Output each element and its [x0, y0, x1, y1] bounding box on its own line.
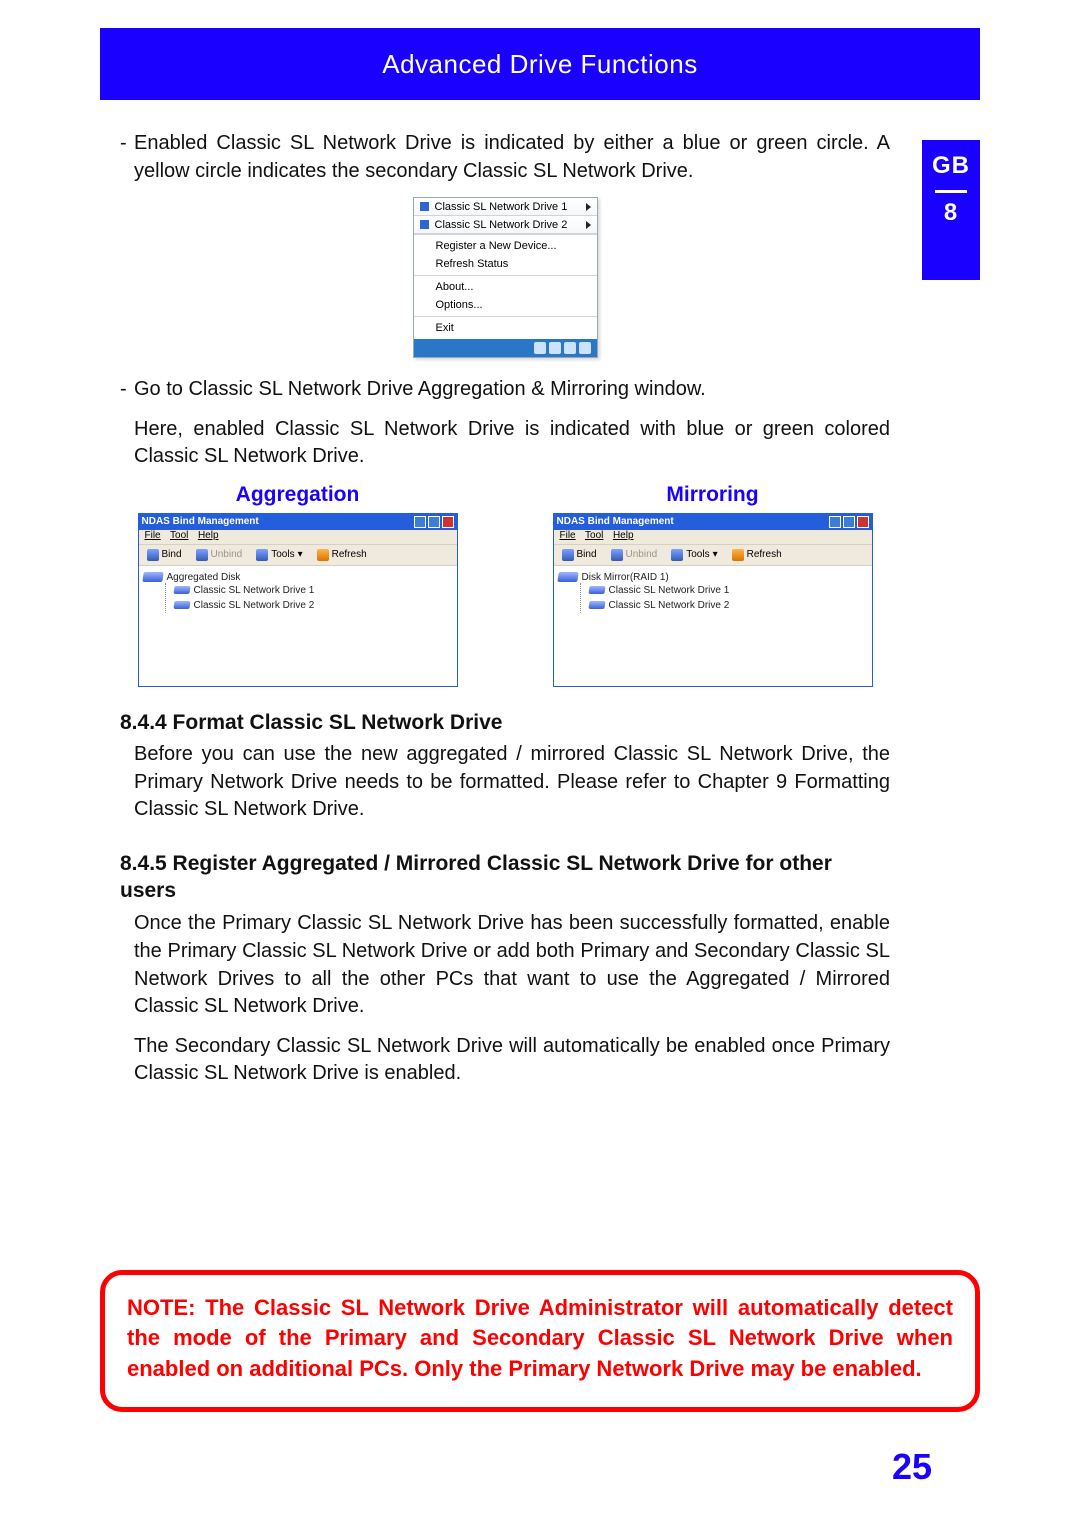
figure-context-menu-wrap: Classic SL Network Drive 1 Classic SL Ne… — [120, 197, 890, 358]
disk-icon — [142, 572, 163, 582]
body-844: Before you can use the new aggregated / … — [120, 741, 890, 824]
toolbar-refresh[interactable]: Refresh — [317, 549, 367, 561]
chevron-right-icon — [586, 203, 591, 211]
bullet-2-sub: Here, enabled Classic SL Network Drive i… — [120, 416, 890, 471]
tree-node[interactable]: Classic SL Network Drive 1 — [581, 583, 868, 598]
side-tab: GB 8 — [922, 140, 980, 280]
chapter-title: Advanced Drive Functions — [382, 49, 697, 80]
window-title: NDAS Bind Management — [557, 516, 674, 527]
toolbar-bind[interactable]: Bind — [562, 549, 597, 561]
maximize-button[interactable] — [428, 516, 440, 528]
disk-icon — [173, 586, 190, 594]
context-menu: Classic SL Network Drive 1 Classic SL Ne… — [413, 197, 598, 358]
mirroring-column: Mirroring NDAS Bind Management File Tool — [535, 483, 890, 687]
body-845-p1: Once the Primary Classic SL Network Driv… — [120, 910, 890, 1020]
tray-icon — [534, 342, 546, 354]
close-button[interactable] — [442, 516, 454, 528]
toolbar-tools[interactable]: Tools ▾ — [256, 549, 302, 561]
drive-status-icon — [420, 220, 429, 229]
side-tab-divider — [935, 190, 967, 193]
menu-help[interactable]: Help — [613, 530, 636, 541]
bullet-2: - Go to Classic SL Network Drive Aggrega… — [120, 376, 890, 404]
aggregation-column: Aggregation NDAS Bind Management File To… — [120, 483, 475, 687]
menu-tool[interactable]: Tool — [585, 530, 605, 541]
tray-bar — [414, 339, 597, 357]
refresh-icon — [732, 549, 744, 561]
tree-view: Aggregated Disk Classic SL Network Drive… — [139, 566, 457, 686]
ndas-window-aggregation: NDAS Bind Management File Tool Help — [138, 513, 458, 687]
tray-icon — [579, 342, 591, 354]
side-tab-lang: GB — [932, 152, 970, 180]
note-box: NOTE: The Classic SL Network Drive Admin… — [100, 1270, 980, 1412]
window-titlebar: NDAS Bind Management — [139, 514, 457, 530]
close-button[interactable] — [857, 516, 869, 528]
disk-icon — [557, 572, 578, 582]
chapter-header: Advanced Drive Functions — [100, 28, 980, 100]
page-number: 25 — [892, 1446, 932, 1488]
side-tab-chapter: 8 — [944, 199, 958, 227]
disk-icon — [588, 586, 605, 594]
tree-view: Disk Mirror(RAID 1) Classic SL Network D… — [554, 566, 872, 686]
body-845-p2: The Secondary Classic SL Network Drive w… — [120, 1033, 890, 1088]
menu-exit[interactable]: Exit — [414, 319, 597, 337]
minimize-button[interactable] — [414, 516, 426, 528]
toolbar: Bind Unbind Tools ▾ Refresh — [554, 544, 872, 566]
menu-refresh-status[interactable]: Refresh Status — [414, 255, 597, 273]
maximize-button[interactable] — [843, 516, 855, 528]
menu-help[interactable]: Help — [198, 530, 221, 541]
refresh-icon — [317, 549, 329, 561]
minimize-button[interactable] — [829, 516, 841, 528]
context-menu-drive-1[interactable]: Classic SL Network Drive 1 — [414, 198, 597, 216]
tray-icon — [564, 342, 576, 354]
tree-root-mirror[interactable]: Disk Mirror(RAID 1) — [558, 572, 868, 583]
tree-node[interactable]: Classic SL Network Drive 1 — [166, 583, 453, 598]
context-menu-drive-2[interactable]: Classic SL Network Drive 2 — [414, 216, 597, 234]
tray-icon — [549, 342, 561, 354]
two-column-screenshots: Aggregation NDAS Bind Management File To… — [120, 483, 890, 687]
menu-tool[interactable]: Tool — [170, 530, 190, 541]
window-title: NDAS Bind Management — [142, 516, 259, 527]
toolbar-tools[interactable]: Tools ▾ — [671, 549, 717, 561]
menu-file[interactable]: File — [145, 530, 163, 541]
tools-icon — [256, 549, 268, 561]
toolbar: Bind Unbind Tools ▾ Refresh — [139, 544, 457, 566]
disk-icon — [588, 601, 605, 609]
menu-options[interactable]: Options... — [414, 296, 597, 314]
note-text: NOTE: The Classic SL Network Drive Admin… — [127, 1295, 953, 1382]
unbind-icon — [196, 549, 208, 561]
menu-register-device[interactable]: Register a New Device... — [414, 237, 597, 255]
tree-node[interactable]: Classic SL Network Drive 2 — [581, 598, 868, 613]
unbind-icon — [611, 549, 623, 561]
content-column: - Enabled Classic SL Network Drive is in… — [120, 130, 890, 1100]
tools-icon — [671, 549, 683, 561]
toolbar-unbind: Unbind — [196, 549, 243, 561]
tree-root-aggregated[interactable]: Aggregated Disk — [143, 572, 453, 583]
heading-844: 8.4.4 Format Classic SL Network Drive — [120, 711, 890, 735]
page: Advanced Drive Functions GB 8 - Enabled … — [0, 0, 1080, 1532]
toolbar-refresh[interactable]: Refresh — [732, 549, 782, 561]
menubar: File Tool Help — [139, 530, 457, 544]
toolbar-bind[interactable]: Bind — [147, 549, 182, 561]
bind-icon — [147, 549, 159, 561]
tree-node[interactable]: Classic SL Network Drive 2 — [166, 598, 453, 613]
menu-file[interactable]: File — [560, 530, 578, 541]
bind-icon — [562, 549, 574, 561]
menubar: File Tool Help — [554, 530, 872, 544]
disk-icon — [173, 601, 190, 609]
drive-status-icon — [420, 202, 429, 211]
chevron-right-icon — [586, 221, 591, 229]
heading-845: 8.4.5 Register Aggregated / Mirrored Cla… — [120, 850, 890, 905]
bullet-1: - Enabled Classic SL Network Drive is in… — [120, 130, 890, 185]
mirroring-label: Mirroring — [666, 483, 758, 507]
ndas-window-mirroring: NDAS Bind Management File Tool Help — [553, 513, 873, 687]
aggregation-label: Aggregation — [236, 483, 360, 507]
menu-about[interactable]: About... — [414, 278, 597, 296]
window-titlebar: NDAS Bind Management — [554, 514, 872, 530]
toolbar-unbind: Unbind — [611, 549, 658, 561]
